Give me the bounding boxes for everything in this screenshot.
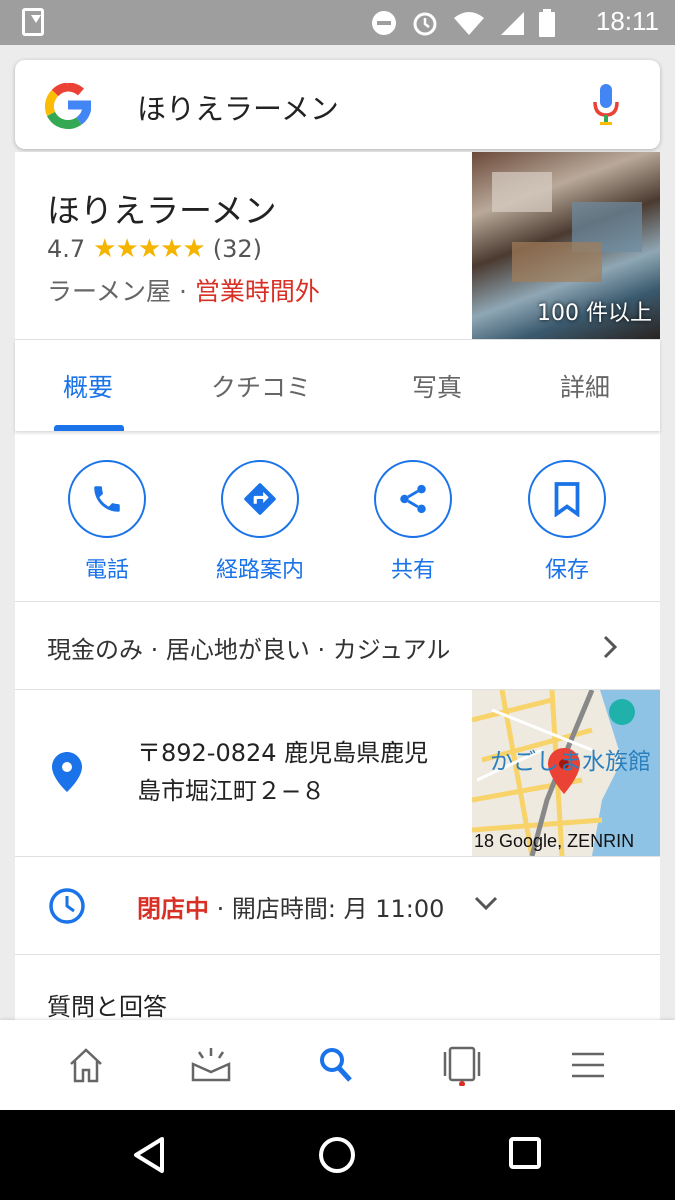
system-navigation-bar (0, 1110, 675, 1200)
map-credit: 18 Google, ZENRIN (474, 831, 635, 851)
rating-row[interactable]: 4.7 ★★★★★ (32) (47, 234, 262, 264)
search-query[interactable]: ほりえラーメン (137, 86, 339, 128)
bookmark-icon (554, 482, 580, 517)
call-label: 電話 (84, 558, 129, 583)
bottom-navigation (0, 1020, 675, 1110)
signal-icon (501, 12, 524, 35)
save-label: 保存 (544, 558, 589, 583)
status-icons (371, 8, 555, 38)
tab-overview[interactable]: 概要 (63, 368, 113, 404)
open-status: 営業時間外 (194, 277, 320, 306)
category-row: ラーメン屋 · 営業時間外 (47, 272, 320, 308)
tab-details[interactable]: 詳細 (560, 368, 610, 404)
place-card: ほりえラーメン 4.7 ★★★★★ (32) ラーメン屋 · 営業時間外 100… (15, 152, 660, 1022)
active-tab-indicator (54, 425, 124, 431)
photo-count: 100 件以上 (537, 301, 652, 326)
alarm-icon (413, 12, 437, 36)
qa-section-title: 質問と回答 (47, 993, 167, 1021)
home-icon[interactable] (68, 1046, 104, 1084)
address-text: 〒892-0824 鹿児島県鹿児島市堀江町２−８ (137, 739, 429, 805)
review-count: (32) (212, 235, 262, 263)
star-rating-icon: ★★★★★ (93, 234, 206, 264)
call-button[interactable]: 電話 (47, 460, 167, 584)
separator: · (171, 277, 195, 306)
share-icon (400, 484, 426, 514)
rating-value: 4.7 (47, 235, 86, 263)
location-pin-icon (52, 752, 82, 792)
status-bar: 18:11 (0, 0, 675, 45)
hours-detail: · 開店時間: 月 11:00 (209, 895, 445, 923)
chevron-right-icon (603, 635, 618, 659)
map-poi-label: かごしま水族館 (490, 749, 651, 775)
share-label: 共有 (390, 558, 435, 583)
tab-photos[interactable]: 写真 (412, 368, 462, 404)
place-category: ラーメン屋 (47, 277, 172, 306)
download-notification-icon (22, 8, 44, 36)
microphone-icon[interactable] (592, 84, 620, 130)
recent-tabs-icon[interactable] (442, 1046, 482, 1086)
chevron-down-icon[interactable] (473, 895, 499, 911)
do-not-disturb-icon (372, 11, 396, 35)
action-buttons: 電話 経路案内 共有 保存 (15, 442, 660, 602)
search-icon[interactable] (318, 1046, 354, 1084)
place-photo[interactable]: 100 件以上 (472, 152, 660, 339)
place-name: ほりえラーメン (47, 191, 277, 230)
save-button[interactable]: 保存 (507, 460, 627, 584)
hours-text: 閉店中 · 開店時間: 月 11:00 (137, 889, 444, 924)
directions-label: 経路案内 (215, 558, 304, 583)
attributes-text: 現金のみ · 居心地が良い · カジュアル (47, 636, 451, 664)
menu-icon[interactable] (570, 1046, 606, 1084)
back-icon[interactable] (132, 1136, 168, 1174)
battery-icon (539, 9, 555, 37)
search-bar[interactable]: ほりえラーメン (15, 60, 660, 149)
recents-icon[interactable] (508, 1136, 542, 1170)
map-thumbnail[interactable]: かごしま水族館 18 Google, ZENRIN (472, 690, 660, 856)
attributes-row[interactable]: 現金のみ · 居心地が良い · カジュアル (15, 602, 660, 690)
share-button[interactable]: 共有 (353, 460, 473, 584)
tab-bar: 概要 クチコミ 写真 詳細 (15, 339, 660, 431)
home-button-icon[interactable] (318, 1136, 356, 1174)
tab-reviews[interactable]: クチコミ (211, 368, 311, 404)
wifi-icon (454, 12, 484, 35)
hours-row[interactable]: 閉店中 · 開店時間: 月 11:00 (15, 857, 660, 955)
google-g-icon (44, 82, 92, 129)
status-time: 18:11 (595, 6, 659, 36)
phone-icon (94, 486, 120, 512)
address-row[interactable]: 〒892-0824 鹿児島県鹿児島市堀江町２−８ かごしま水族館 18 Goog… (15, 690, 660, 857)
clock-icon (49, 888, 85, 924)
directions-button[interactable]: 経路案内 (200, 460, 320, 584)
directions-icon (244, 483, 276, 515)
updates-icon[interactable] (190, 1046, 232, 1084)
hours-status: 閉店中 (137, 895, 209, 923)
google-logo[interactable] (44, 82, 92, 135)
